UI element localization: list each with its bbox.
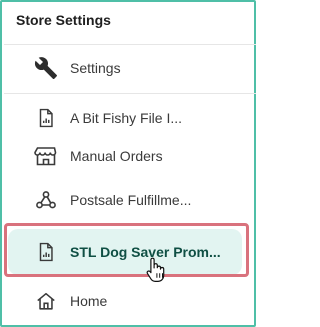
nav-item-label: Postsale Fulfillme... [70,192,192,208]
nav-item-label: Settings [70,60,121,76]
home-icon [33,288,59,314]
nav-item-postsale-fulfillment[interactable]: Postsale Fulfillme... [8,178,242,222]
nav-item-label: STL Dog Saver Prom... [70,244,221,260]
nav-item-label: Manual Orders [70,148,163,164]
report-file-icon [33,105,59,131]
nav-item-label: Home [70,293,108,309]
nav-item-home[interactable]: Home [8,279,242,323]
panel-title: Store Settings [16,12,111,28]
section-divider [4,93,256,94]
header-divider [4,44,256,45]
webhook-icon [33,187,59,213]
report-file-icon [33,239,59,265]
nav-item-manual-orders[interactable]: Manual Orders [8,134,242,178]
nav-item-stl-dog-saver[interactable]: STL Dog Saver Prom... [8,229,242,275]
nav-item-label: A Bit Fishy File I... [70,110,183,126]
storefront-icon [33,143,59,169]
nav-item-settings[interactable]: Settings [8,46,242,90]
wrench-icon [33,55,59,81]
store-settings-panel: Store Settings Settings A Bit Fishy File… [0,0,256,327]
